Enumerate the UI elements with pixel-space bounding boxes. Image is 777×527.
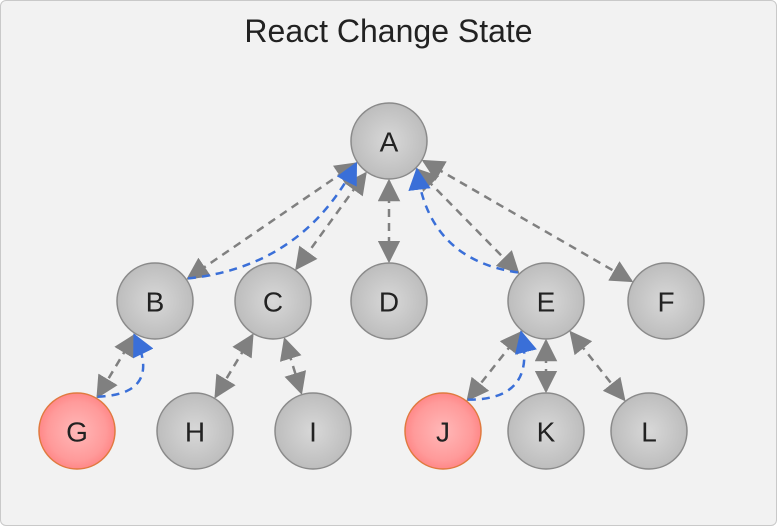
node-I: I [275, 393, 351, 469]
node-label: A [380, 127, 399, 158]
node-label: C [263, 287, 283, 318]
node-F: F [628, 263, 704, 339]
node-label: D [379, 287, 399, 318]
tree-edge [296, 173, 365, 268]
node-A: A [351, 103, 427, 179]
node-C: C [235, 263, 311, 339]
tree-edge [98, 335, 135, 396]
node-E: E [508, 263, 584, 339]
tree-edge [571, 332, 624, 399]
node-label: I [309, 417, 317, 448]
node-label: J [436, 417, 450, 448]
tree-edge [468, 332, 521, 399]
tree-edge [285, 339, 301, 393]
node-label: H [185, 417, 205, 448]
node-label: B [146, 287, 165, 318]
tree-edge [216, 335, 253, 396]
node-H: H [157, 393, 233, 469]
node-label: F [657, 287, 674, 318]
node-J: J [405, 393, 481, 469]
node-label: K [537, 417, 556, 448]
diagram-frame: React Change State ABCDEFGHIJKL [0, 0, 777, 526]
nodes-layer: A B C D E F G H I J K L [39, 103, 704, 469]
node-K: K [508, 393, 584, 469]
node-label: L [641, 417, 657, 448]
tree-edge [424, 161, 632, 281]
diagram-canvas: A B C D E F G H I J K L [1, 1, 777, 527]
node-label: G [66, 417, 88, 448]
node-B: B [117, 263, 193, 339]
node-G: G [39, 393, 115, 469]
node-D: D [351, 263, 427, 339]
node-L: L [611, 393, 687, 469]
node-label: E [537, 287, 556, 318]
